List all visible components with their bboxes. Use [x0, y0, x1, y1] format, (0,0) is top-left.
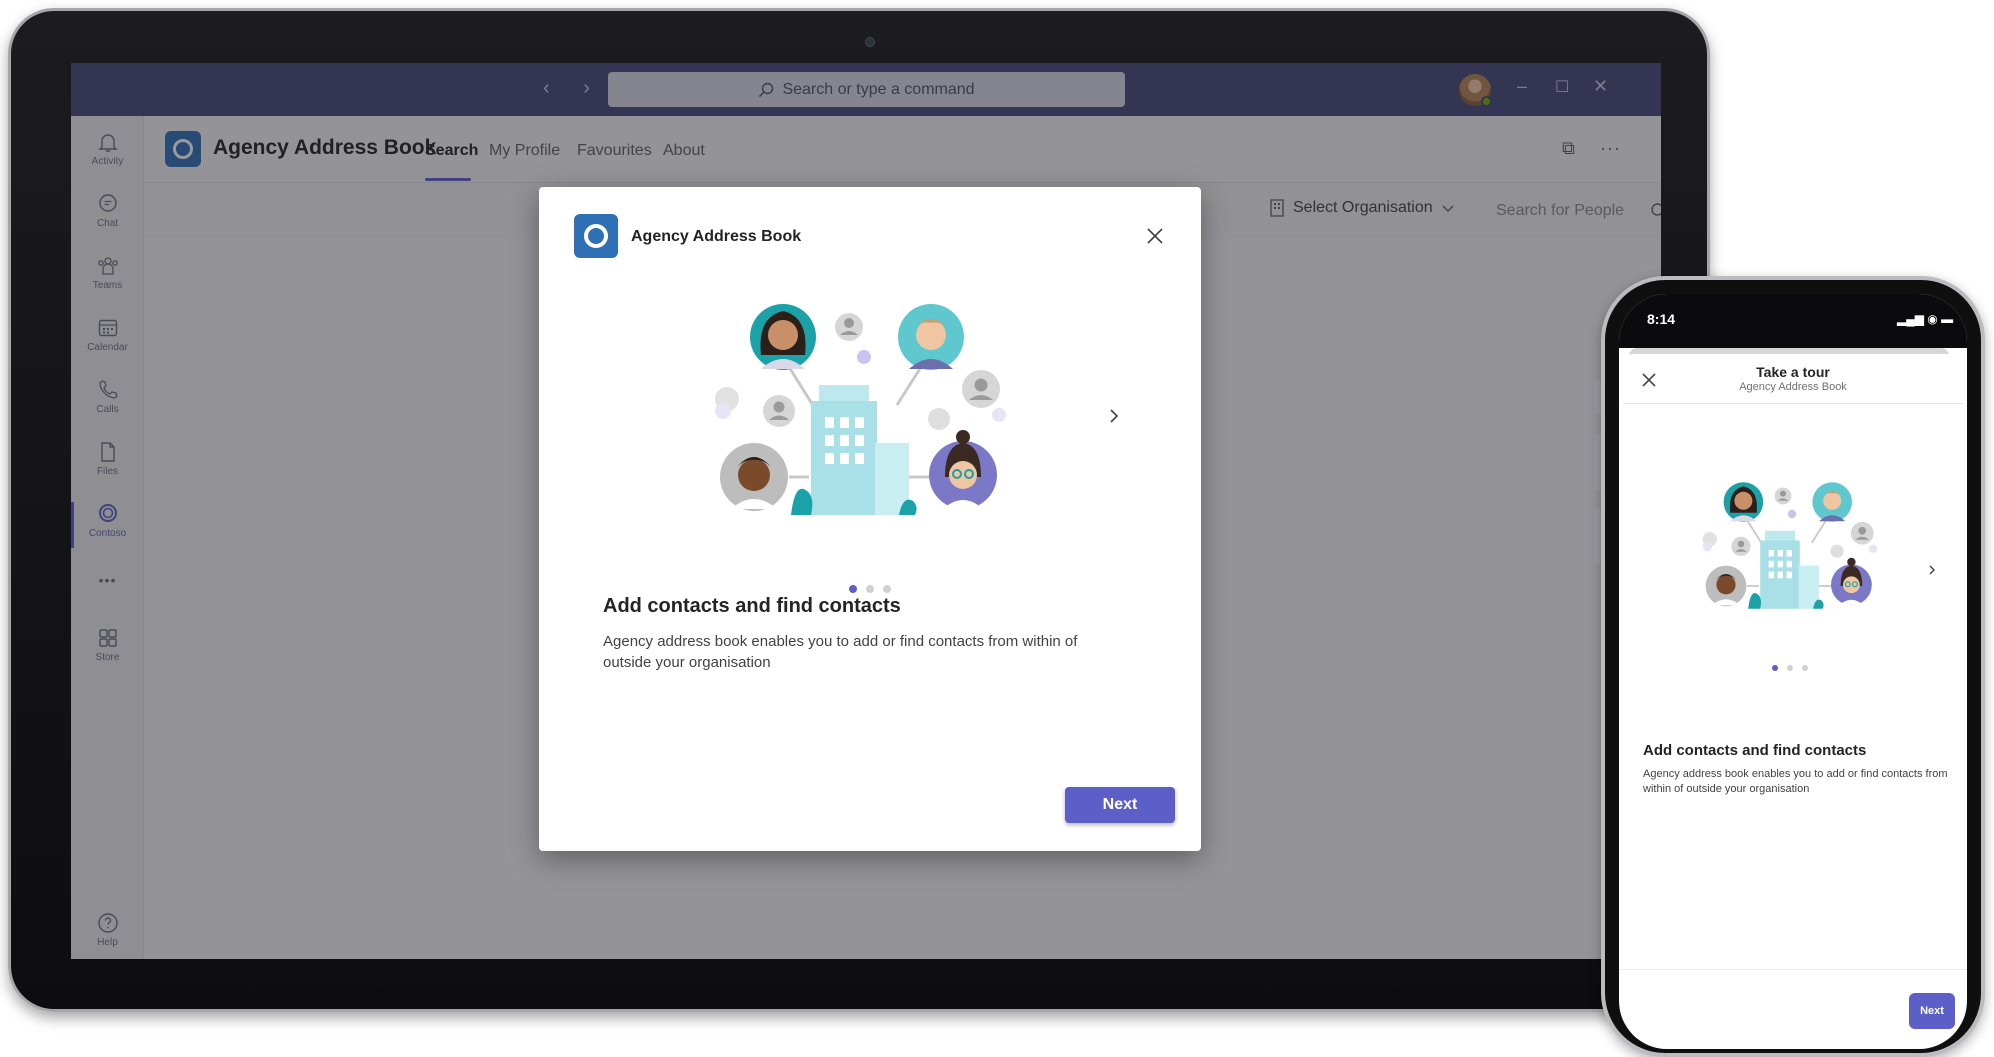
tour-dialog: Agency Address Book Add contacts and fin…: [539, 187, 1201, 851]
carousel-dot[interactable]: [1802, 665, 1808, 671]
carousel-dot-active[interactable]: [1772, 665, 1778, 671]
dialog-title: Agency Address Book: [631, 228, 802, 245]
contacts-illustration: [1693, 478, 1903, 628]
carousel-dots: [849, 585, 891, 593]
phone-screen: 8:14 ▂▄▆ ◉ ▬ Take a tour Agency Address …: [1619, 294, 1967, 1049]
phone-footer-divider: [1619, 969, 1967, 970]
carousel-dot[interactable]: [866, 585, 874, 593]
dialog-heading: Add contacts and find contacts: [603, 595, 901, 617]
phone-sheet-title: Take a tour: [1756, 364, 1830, 380]
dialog-app-logo-icon: [574, 214, 618, 258]
carousel-dots: [1772, 665, 1808, 671]
carousel-dot-active[interactable]: [849, 585, 857, 593]
chevron-right-icon[interactable]: [1926, 564, 1938, 576]
phone-body-text: Agency address book enables you to add o…: [1643, 768, 1948, 795]
tablet-screen: ‹ › Search or type a command – ☐ ✕ Activ…: [71, 63, 1661, 959]
chevron-right-icon[interactable]: [1105, 407, 1123, 425]
next-button[interactable]: Next: [1909, 993, 1955, 1029]
stage: ‹ › Search or type a command – ☐ ✕ Activ…: [0, 0, 1994, 1057]
phone-heading: Add contacts and find contacts: [1643, 742, 1867, 759]
phone-status-icons: ▂▄▆ ◉ ▬: [1897, 312, 1954, 326]
phone-sheet-header: Take a tour Agency Address Book: [1623, 354, 1963, 404]
phone-device: 8:14 ▂▄▆ ◉ ▬ Take a tour Agency Address …: [1601, 276, 1985, 1057]
tablet-camera: [865, 37, 875, 47]
contacts-illustration: [699, 297, 1049, 547]
dialog-body-text: Agency address book enables you to add o…: [603, 633, 1078, 671]
close-icon[interactable]: [1145, 226, 1165, 246]
next-button[interactable]: Next: [1065, 787, 1175, 823]
phone-status-bar: 8:14 ▂▄▆ ◉ ▬: [1619, 294, 1967, 348]
carousel-dot[interactable]: [883, 585, 891, 593]
carousel-dot[interactable]: [1787, 665, 1793, 671]
phone-clock: 8:14: [1647, 311, 1676, 327]
phone-sheet-subtitle: Agency Address Book: [1739, 381, 1847, 393]
tablet-device: ‹ › Search or type a command – ☐ ✕ Activ…: [8, 8, 1710, 1012]
